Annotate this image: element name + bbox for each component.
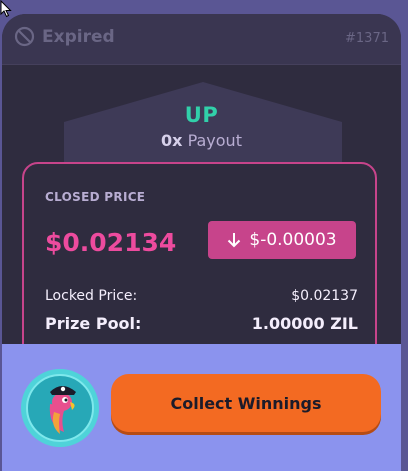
collect-winnings-button[interactable]: Collect Winnings (111, 374, 381, 432)
closed-price-value: $0.02134 (45, 228, 177, 257)
price-change-value: $-0.00003 (249, 230, 337, 250)
prize-pool-value: 1.00000 ZIL (251, 314, 358, 333)
card-header: Expired #1371 (2, 14, 401, 65)
prize-pool-label: Prize Pool: (45, 314, 142, 333)
locked-price-label: Locked Price: (45, 288, 138, 304)
payout-label: Payout (187, 131, 242, 150)
prize-pool-row: Prize Pool: 1.00000 ZIL (45, 314, 358, 333)
direction-label: UP (184, 103, 219, 127)
prediction-card: Expired #1371 UP 0x Payout CLOSED PRICE … (2, 14, 401, 471)
block-icon (14, 26, 35, 47)
status-expired: Expired (14, 26, 115, 47)
closed-price-label: CLOSED PRICE (45, 190, 146, 204)
arrow-down-icon (228, 233, 241, 248)
status-label: Expired (42, 26, 115, 47)
parrot-pirate-icon (21, 369, 99, 447)
locked-price-value: $0.02137 (291, 288, 358, 304)
price-panel: CLOSED PRICE $0.02134 $-0.00003 Locked P… (22, 162, 377, 362)
epoch-number: #1371 (345, 31, 389, 46)
card-footer: Collect Winnings (2, 344, 401, 471)
price-change-badge: $-0.00003 (208, 221, 356, 259)
payout-text: 0x Payout (2, 131, 401, 150)
locked-price-row: Locked Price: $0.02137 (45, 288, 358, 304)
payout-multiplier: 0x (161, 131, 183, 150)
